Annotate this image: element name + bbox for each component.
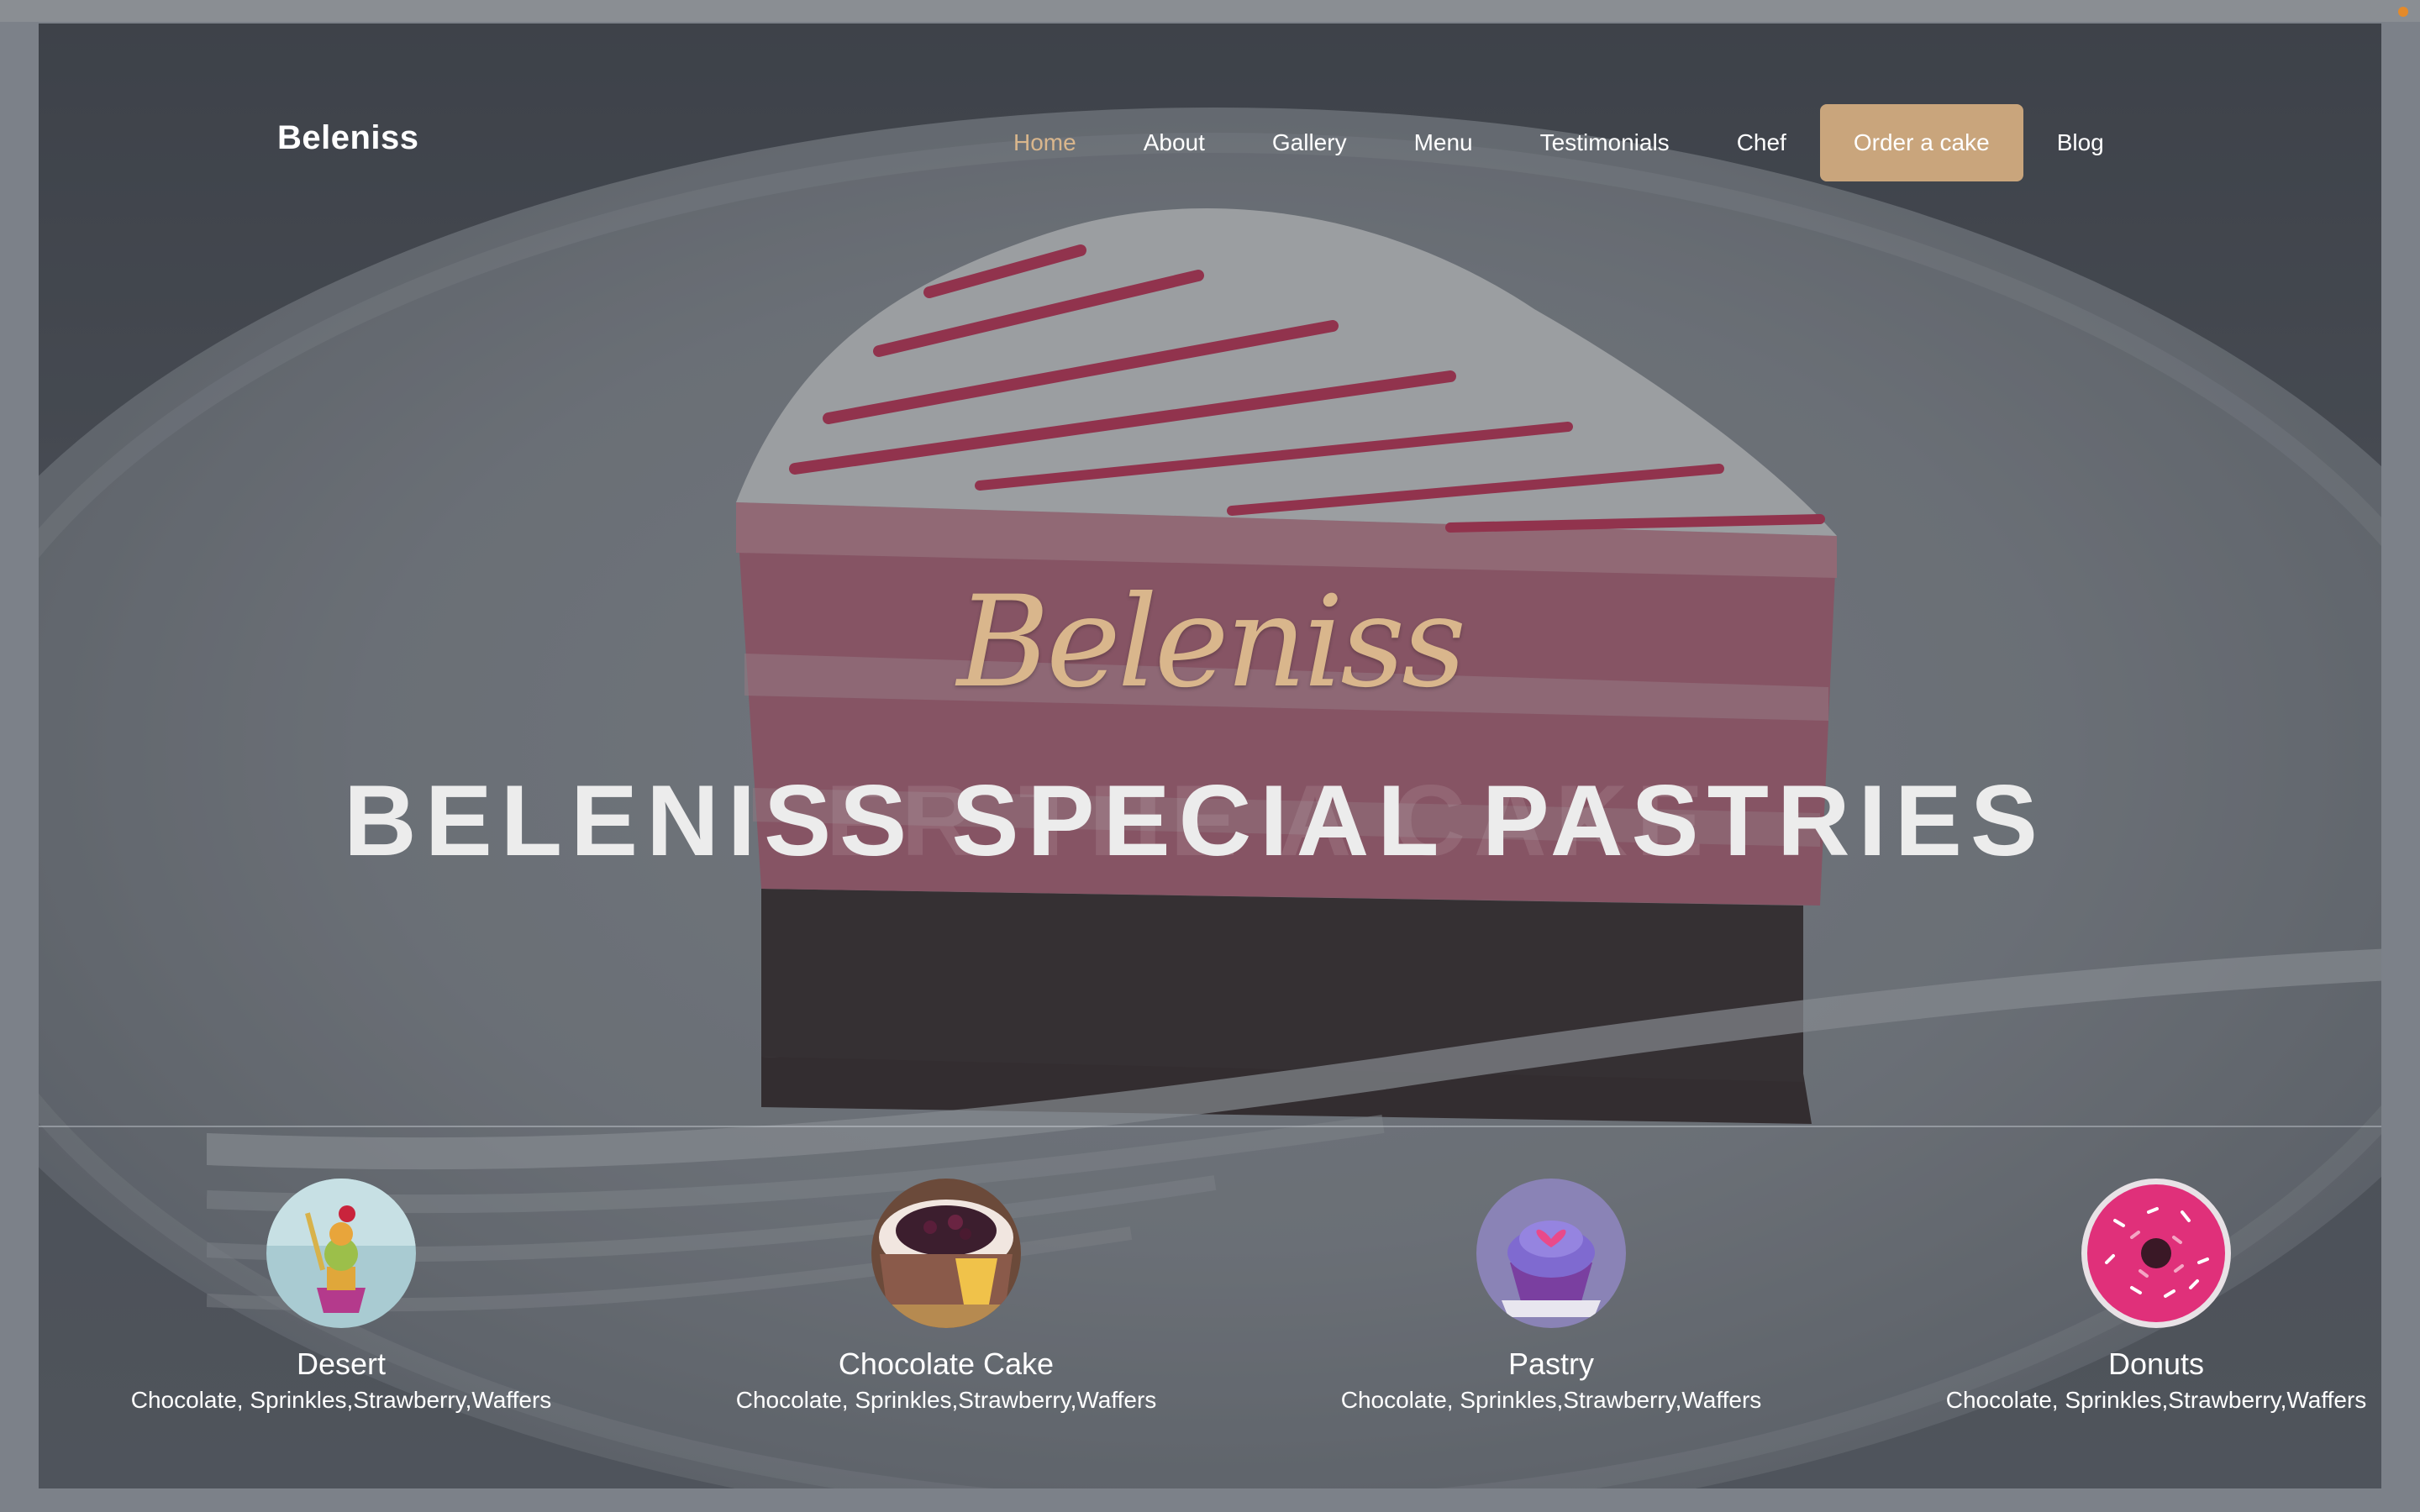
page-viewport: Beleniss Home About Gallery Menu Testimo… (39, 24, 2381, 1488)
category-description: Chocolate, Sprinkles,Strawberry,Waffers (735, 1387, 1157, 1413)
category-name: Desert (296, 1347, 387, 1381)
category-list: Desert Chocolate, Sprinkles,Strawberry,W… (39, 1179, 2381, 1447)
hero-script-title: Beleniss (956, 570, 1466, 716)
donuts-thumbnail-icon[interactable] (2081, 1179, 2231, 1328)
category-item-pastry[interactable]: Pastry Chocolate, Sprinkles,Strawberry,W… (1249, 1179, 1854, 1414)
category-description: Chocolate, Sprinkles,Strawberry,Waffers (130, 1387, 552, 1413)
nav-item-home[interactable]: Home (980, 104, 1110, 181)
category-description: Chocolate, Sprinkles,Strawberry,Waffers (1945, 1387, 2367, 1413)
nav-item-blog[interactable]: Blog (2023, 104, 2138, 181)
window-top-bar (0, 0, 2420, 22)
browser-frame: Beleniss Home About Gallery Menu Testimo… (0, 22, 2420, 1512)
nav-item-menu[interactable]: Menu (1381, 104, 1507, 181)
nav-item-testimonials[interactable]: Testimonials (1507, 104, 1703, 181)
nav-item-chef[interactable]: Chef (1703, 104, 1820, 181)
nav-menu: Home About Gallery Menu Testimonials Che… (980, 104, 2138, 181)
category-description: Chocolate, Sprinkles,Strawberry,Waffers (1340, 1387, 1762, 1413)
brand-logo[interactable]: Beleniss (277, 119, 419, 157)
status-dot-icon (2398, 7, 2408, 17)
desert-thumbnail-icon[interactable] (266, 1179, 416, 1328)
category-name: Donuts (2107, 1347, 2205, 1381)
category-name: Chocolate Cake (838, 1347, 1055, 1381)
category-name: Pastry (1507, 1347, 1595, 1381)
order-cake-button[interactable]: Order a cake (1819, 104, 2023, 181)
category-item-desert[interactable]: Desert Chocolate, Sprinkles,Strawberry,W… (39, 1179, 644, 1414)
category-item-donuts[interactable]: Donuts Chocolate, Sprinkles,Strawberry,W… (1854, 1179, 2381, 1414)
top-navigation: Beleniss Home About Gallery Menu Testimo… (39, 86, 2381, 186)
chocolate-cake-thumbnail-icon[interactable] (871, 1179, 1021, 1328)
nav-item-about[interactable]: About (1110, 104, 1239, 181)
hero-title: BELENISS SPECIAL PASTRIES (344, 764, 2046, 877)
nav-item-gallery[interactable]: Gallery (1239, 104, 1381, 181)
pastry-thumbnail-icon[interactable] (1476, 1179, 1626, 1328)
section-divider (39, 1126, 2381, 1127)
category-item-chocolate-cake[interactable]: Chocolate Cake Chocolate, Sprinkles,Stra… (644, 1179, 1249, 1414)
